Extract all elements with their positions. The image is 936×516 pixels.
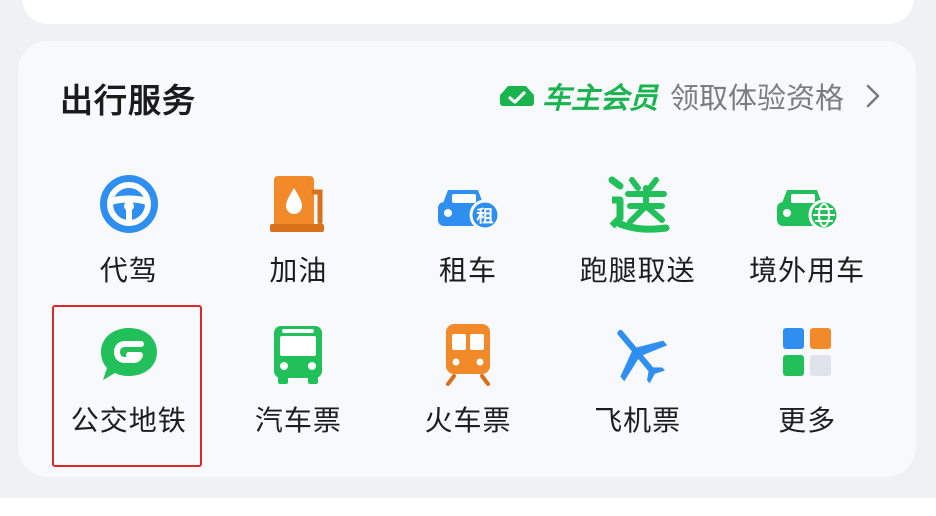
- service-bus-ticket[interactable]: 汽车票: [214, 316, 384, 466]
- service-errand-delivery[interactable]: 跑腿取送: [553, 166, 723, 316]
- service-car-rental[interactable]: 租 租车: [383, 166, 553, 316]
- bus-icon: [274, 326, 323, 384]
- service-label: 租车: [438, 254, 497, 287]
- services-grid: 代驾 加油 租 租车 跑腿取送 境外用车 公交地铁 汽车票 火车票 飞机票 更多: [44, 166, 892, 466]
- service-bus-metro[interactable]: 公交地铁: [44, 316, 214, 466]
- service-more[interactable]: 更多: [722, 316, 892, 466]
- rental-car-icon: 租: [437, 190, 500, 231]
- more-grid-icon: [783, 328, 832, 376]
- service-overseas-car[interactable]: 境外用车: [722, 166, 892, 316]
- delivery-icon: [608, 176, 670, 233]
- service-label: 境外用车: [749, 254, 866, 287]
- service-refuel[interactable]: 加油: [214, 166, 384, 316]
- bus-metro-logo-icon: [100, 328, 157, 380]
- service-label: 更多: [778, 404, 837, 437]
- service-label: 代驾: [99, 254, 158, 287]
- service-label: 公交地铁: [70, 404, 187, 437]
- service-label: 汽车票: [254, 404, 342, 437]
- service-label: 飞机票: [594, 404, 682, 437]
- service-designated-driver[interactable]: 代驾: [44, 166, 214, 316]
- section-title: 出行服务: [60, 81, 196, 120]
- service-train-ticket[interactable]: 火车票: [383, 316, 553, 466]
- service-flight-ticket[interactable]: 飞机票: [553, 316, 723, 466]
- promo-cta-text: 领取体验资格: [669, 81, 844, 115]
- top-card: [22, 0, 914, 24]
- member-badge-text: 车主会员: [541, 81, 658, 115]
- next-card-edge: [0, 498, 936, 516]
- train-icon: [445, 324, 490, 386]
- service-label: 火车票: [424, 404, 512, 437]
- service-label: 加油: [269, 254, 328, 287]
- chevron-right-icon: [866, 84, 880, 108]
- service-label: 跑腿取送: [579, 254, 696, 287]
- member-promo-link[interactable]: 车主会员 领取体验资格: [498, 76, 882, 116]
- overseas-car-icon: [777, 190, 840, 231]
- airplane-icon: [616, 329, 667, 384]
- svg-text:租: 租: [476, 206, 493, 227]
- steering-wheel-icon: [99, 175, 158, 233]
- gas-pump-icon: [270, 176, 325, 232]
- car-member-icon: [499, 86, 534, 106]
